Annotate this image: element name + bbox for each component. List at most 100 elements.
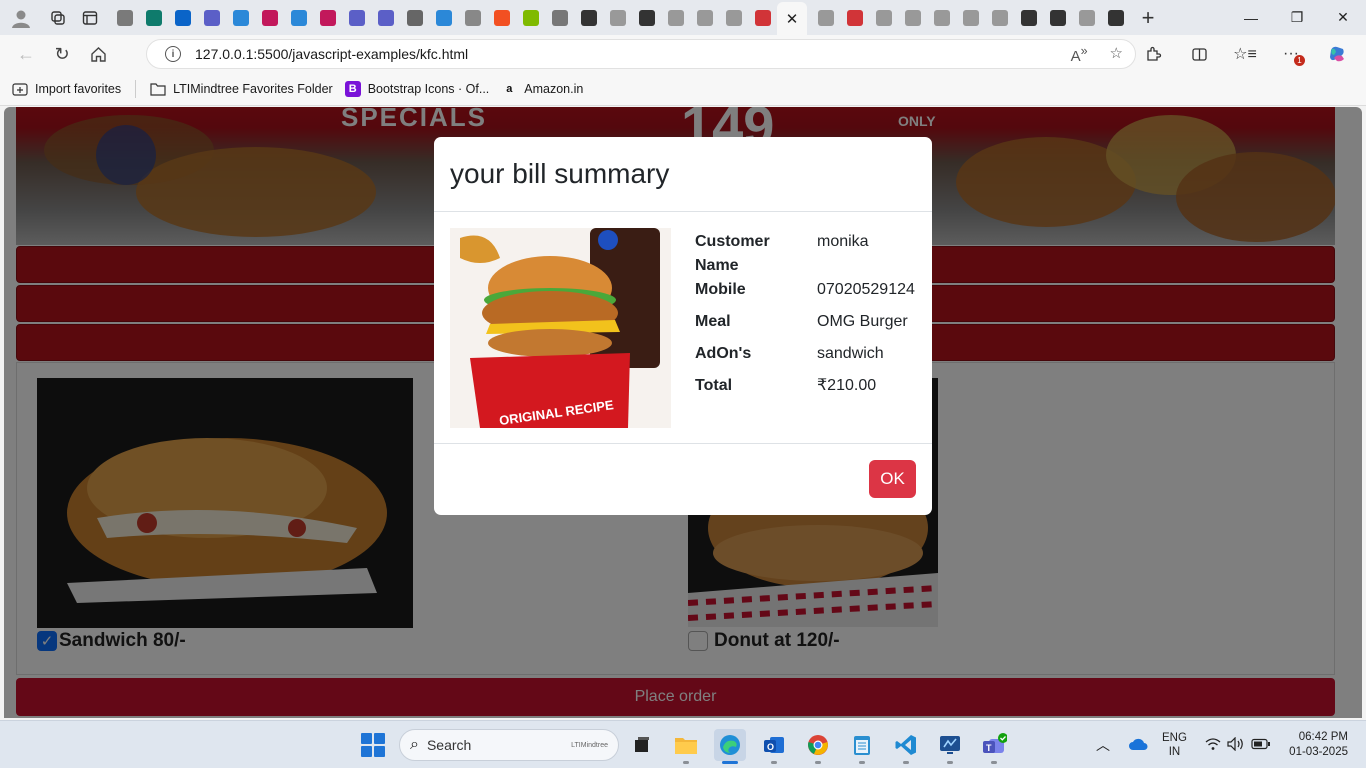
page-viewport: SPECIALS 149 ONLY ✓ Sandwich 80/- <box>4 107 1362 718</box>
outlook-icon[interactable]: O <box>758 729 790 764</box>
read-aloud-icon[interactable]: A» <box>1071 44 1088 65</box>
tab-outlook[interactable] <box>168 3 197 33</box>
tab-globe-9[interactable] <box>927 3 956 33</box>
tab-globe-13-favicon-icon <box>1049 9 1066 26</box>
start-windows-icon[interactable] <box>361 733 385 757</box>
tab-chatgpt-2[interactable] <box>603 3 632 33</box>
tab-globe-14-favicon-icon <box>1078 9 1095 26</box>
wifi-icon[interactable] <box>1205 737 1221 754</box>
new-tab-button[interactable]: + <box>1130 3 1166 33</box>
bill-row-total: Total ₹210.00 <box>695 374 915 398</box>
app-running-indicator <box>815 761 821 764</box>
profile-avatar-icon[interactable] <box>8 5 34 31</box>
battery-icon[interactable] <box>1251 738 1271 753</box>
minimize-icon[interactable]: — <box>1228 0 1274 35</box>
favorite-bootstrap-icons[interactable]: B Bootstrap Icons · Of... <box>344 81 489 97</box>
svg-text:T: T <box>986 743 992 753</box>
vscode-icon[interactable] <box>890 729 922 764</box>
app-running-indicator <box>947 761 953 764</box>
tab-active-kfc[interactable]: ✕ <box>777 1 807 36</box>
file-explorer-icon[interactable] <box>670 729 702 764</box>
restore-icon[interactable]: ❐ <box>1274 0 1320 35</box>
browser-toolbar: ← ↻ i 127.0.0.1:5500/javascript-examples… <box>0 35 1366 73</box>
tab-onedrive-2[interactable] <box>284 3 313 33</box>
split-screen-icon[interactable] <box>1184 40 1214 68</box>
volume-icon[interactable] <box>1227 736 1245 754</box>
tab-globe-7[interactable] <box>869 3 898 33</box>
address-bar[interactable]: i 127.0.0.1:5500/javascript-examples/kfc… <box>146 39 1136 69</box>
chrome-icon[interactable] <box>802 729 834 764</box>
tab-pdf[interactable] <box>748 3 777 33</box>
system-clock[interactable]: 06:42 PM 01-03-2025 <box>1289 730 1348 760</box>
tab-globe-7-favicon-icon <box>875 9 892 26</box>
tab-generic-2[interactable] <box>458 3 487 33</box>
bill-row-customer: Customer Name monika <box>695 230 915 278</box>
task-view-icon[interactable] <box>626 729 658 761</box>
favorite-import[interactable]: Import favorites <box>12 81 121 97</box>
tab-globe-2[interactable] <box>632 3 661 33</box>
tab-stream[interactable] <box>255 3 284 33</box>
tab-sharepoint[interactable] <box>139 3 168 33</box>
tab-globe-5[interactable] <box>719 3 748 33</box>
home-icon[interactable] <box>80 38 116 70</box>
clock-time: 06:42 PM <box>1298 731 1348 743</box>
more-menu-icon[interactable]: ··· 1 <box>1276 40 1306 68</box>
favorite-star-icon[interactable]: ☆ <box>1110 44 1123 65</box>
app-running-indicator <box>859 761 865 764</box>
tab-globe-3[interactable] <box>661 3 690 33</box>
tab-teams[interactable] <box>197 3 226 33</box>
tab-pdf-2[interactable] <box>840 3 869 33</box>
tab-teams-2[interactable] <box>342 3 371 33</box>
edge-icon[interactable] <box>714 729 746 764</box>
favorite-ltimindtree-folder[interactable]: LTIMindtree Favorites Folder <box>150 81 333 97</box>
tab-chatgpt[interactable] <box>574 3 603 33</box>
favorites-icon[interactable]: ☆≡ <box>1230 40 1260 68</box>
show-hidden-icons-chevron-icon[interactable]: ︿ <box>1096 735 1110 755</box>
tab-globe-8[interactable] <box>898 3 927 33</box>
tab-generic-1[interactable] <box>110 3 139 33</box>
tab-globe-11[interactable] <box>985 3 1014 33</box>
tab-onedrive[interactable] <box>226 3 255 33</box>
tab-microsoft-2[interactable] <box>516 3 545 33</box>
favorite-amazon[interactable]: a Amazon.in <box>501 81 583 97</box>
tab-globe-1[interactable] <box>545 3 574 33</box>
notification-badge: 1 <box>1294 55 1305 66</box>
taskbar-search[interactable]: ⌕ Search LTIMindtree <box>399 729 619 761</box>
tab-stream-2[interactable] <box>313 3 342 33</box>
language-line-1: ENG <box>1162 732 1187 744</box>
tab-actions-icon[interactable] <box>74 4 106 32</box>
bill-value: 07020529124 <box>817 281 915 298</box>
onedrive-cloud-icon[interactable] <box>1128 737 1148 754</box>
bill-value: ₹210.00 <box>817 377 877 394</box>
tab-globe-4[interactable] <box>690 3 719 33</box>
tab-globe-1-favicon-icon <box>551 9 568 26</box>
tab-onedrive-3-favicon-icon <box>435 9 452 26</box>
tab-teams-3[interactable] <box>371 3 400 33</box>
remote-desktop-icon[interactable] <box>934 729 966 764</box>
ok-button[interactable]: OK <box>869 460 916 498</box>
tab-globe-12[interactable] <box>1014 3 1043 33</box>
notepad-icon[interactable] <box>846 729 878 764</box>
tab-globe-15[interactable] <box>1101 3 1130 33</box>
window-controls: — ❐ ✕ <box>1228 0 1366 35</box>
site-info-icon[interactable]: i <box>165 46 181 62</box>
tab-settings[interactable] <box>400 3 429 33</box>
modal-title: your bill summary <box>450 158 670 189</box>
tab-microsoft[interactable] <box>487 3 516 33</box>
url-text: 127.0.0.1:5500/javascript-examples/kfc.h… <box>195 46 469 62</box>
tab-onedrive-3[interactable] <box>429 3 458 33</box>
meal-image: ORIGINAL RECIPE <box>450 228 671 428</box>
tab-globe-6[interactable] <box>811 3 840 33</box>
tab-globe-10[interactable] <box>956 3 985 33</box>
copilot-icon[interactable] <box>1322 40 1352 68</box>
close-tab-icon[interactable]: ✕ <box>786 10 799 28</box>
workspaces-icon[interactable] <box>42 4 74 32</box>
extensions-icon[interactable] <box>1138 40 1168 68</box>
teams-icon[interactable]: T <box>978 729 1010 764</box>
refresh-icon[interactable]: ↻ <box>44 38 80 70</box>
tab-globe-13[interactable] <box>1043 3 1072 33</box>
close-window-icon[interactable]: ✕ <box>1320 0 1366 35</box>
language-indicator[interactable]: ENG IN <box>1162 731 1187 759</box>
tab-globe-14[interactable] <box>1072 3 1101 33</box>
back-arrow-icon[interactable]: ← <box>8 38 44 70</box>
